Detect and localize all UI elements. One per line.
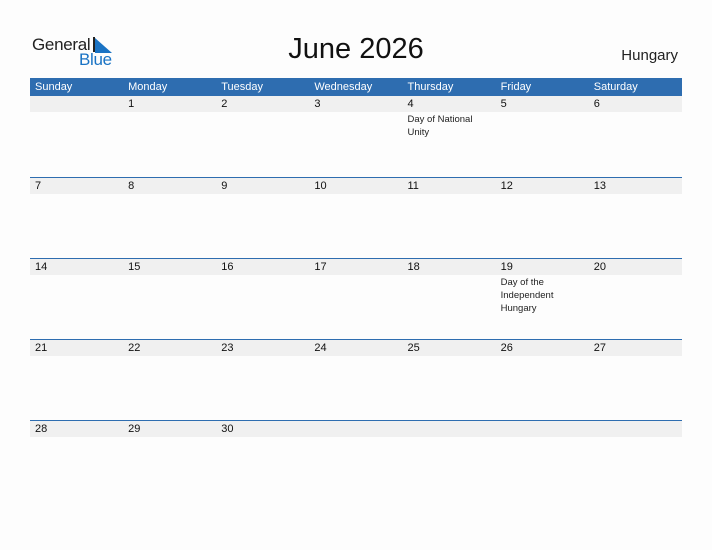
holiday-label: Day of the Independent Hungary bbox=[500, 277, 554, 314]
day-cell[interactable]: 5 bbox=[496, 96, 589, 139]
week-row: 14 15 16 17 18 19 Day of the Independent Hunga… bbox=[30, 258, 682, 339]
day-number: 19 bbox=[500, 261, 513, 273]
day-cell[interactable]: 27 bbox=[589, 340, 682, 356]
day-number bbox=[314, 421, 402, 437]
day-number: 9 bbox=[221, 180, 228, 192]
day-cell[interactable]: 14 bbox=[30, 259, 123, 315]
day-number: 15 bbox=[128, 261, 141, 273]
day-number: 8 bbox=[128, 180, 135, 192]
day-number: 28 bbox=[35, 423, 48, 435]
day-number: 30 bbox=[221, 423, 234, 435]
week-row: 1 2 3 4 Day of National Unity 5 6 bbox=[30, 96, 682, 177]
day-number: 12 bbox=[500, 180, 513, 192]
day-number: 29 bbox=[128, 423, 141, 435]
day-number: 1 bbox=[128, 98, 135, 110]
day-cell[interactable]: 22 bbox=[123, 340, 216, 356]
day-number bbox=[501, 421, 589, 437]
day-cell[interactable] bbox=[309, 421, 402, 437]
day-number: 3 bbox=[314, 98, 321, 110]
day-number: 21 bbox=[35, 342, 48, 354]
day-number: 10 bbox=[314, 180, 327, 192]
day-number: 2 bbox=[221, 98, 228, 110]
day-cell[interactable]: 15 bbox=[123, 259, 216, 315]
day-number: 11 bbox=[407, 180, 419, 192]
day-cell[interactable]: 9 bbox=[216, 178, 309, 194]
weekday-saturday: Saturday bbox=[593, 81, 638, 93]
day-number: 7 bbox=[35, 180, 42, 192]
day-number: 4 bbox=[407, 98, 414, 110]
weekday-header: Sunday Monday Tuesday Wednesday Thursday… bbox=[30, 78, 682, 96]
day-cell[interactable]: 20 bbox=[589, 259, 682, 315]
day-number bbox=[408, 421, 496, 437]
day-cell[interactable] bbox=[30, 96, 123, 139]
day-cell[interactable]: 29 bbox=[123, 421, 216, 437]
day-cell[interactable] bbox=[403, 421, 496, 437]
page-title: June 2026 bbox=[288, 33, 424, 65]
holiday-label: Day of National Unity bbox=[407, 114, 473, 138]
day-cell[interactable]: 1 bbox=[123, 96, 216, 139]
weekday-wednesday: Wednesday bbox=[314, 81, 373, 93]
day-cell[interactable]: 12 bbox=[496, 178, 589, 194]
day-number bbox=[35, 96, 123, 112]
week-row: 21 22 23 24 25 26 27 bbox=[30, 339, 682, 420]
day-cell[interactable]: 19 Day of the Independent Hungary bbox=[496, 259, 589, 315]
day-cell[interactable]: 26 bbox=[496, 340, 589, 356]
country-label: Hungary bbox=[621, 47, 678, 64]
day-number: 20 bbox=[593, 261, 606, 273]
day-number bbox=[594, 421, 682, 437]
day-cell[interactable]: 8 bbox=[123, 178, 216, 194]
day-number: 25 bbox=[407, 342, 420, 354]
day-cell[interactable] bbox=[496, 421, 589, 437]
day-cell[interactable]: 6 bbox=[589, 96, 682, 139]
day-number: 16 bbox=[221, 261, 234, 273]
day-number: 24 bbox=[314, 342, 327, 354]
day-number: 5 bbox=[500, 98, 507, 110]
day-cell[interactable]: 11 bbox=[403, 178, 496, 194]
day-cell[interactable]: 21 bbox=[30, 340, 123, 356]
day-cell[interactable]: 7 bbox=[30, 178, 123, 194]
day-cell[interactable]: 28 bbox=[30, 421, 123, 437]
day-cell[interactable]: 30 bbox=[216, 421, 309, 437]
day-cell[interactable]: 3 bbox=[309, 96, 402, 139]
day-number: 18 bbox=[407, 261, 420, 273]
weekday-sunday: Sunday bbox=[35, 81, 73, 93]
day-number: 22 bbox=[128, 342, 141, 354]
day-cell[interactable] bbox=[589, 421, 682, 437]
day-number: 17 bbox=[314, 261, 327, 273]
day-cell[interactable]: 25 bbox=[403, 340, 496, 356]
day-cell[interactable]: 10 bbox=[309, 178, 402, 194]
weekday-monday: Monday bbox=[128, 81, 168, 93]
day-number: 14 bbox=[35, 261, 48, 273]
day-number: 13 bbox=[593, 180, 606, 192]
day-cell[interactable]: 2 bbox=[216, 96, 309, 139]
week-row: 28 29 30 bbox=[30, 420, 682, 501]
day-number: 27 bbox=[593, 342, 606, 354]
day-cell[interactable]: 4 Day of National Unity bbox=[403, 96, 496, 139]
calendar-grid: Sunday Monday Tuesday Wednesday Thursday… bbox=[30, 78, 682, 501]
weekday-thursday: Thursday bbox=[407, 81, 454, 93]
day-cell[interactable]: 24 bbox=[309, 340, 402, 356]
weekday-friday: Friday bbox=[500, 81, 532, 93]
day-cell[interactable]: 17 bbox=[309, 259, 402, 315]
week-row: 7 8 9 10 11 12 13 bbox=[30, 177, 682, 258]
day-cell[interactable]: 16 bbox=[216, 259, 309, 315]
day-cell[interactable]: 13 bbox=[589, 178, 682, 194]
day-number: 6 bbox=[593, 98, 600, 110]
weekday-tuesday: Tuesday bbox=[221, 81, 264, 93]
weeks-container: 1 2 3 4 Day of National Unity 5 6 7 8 9 10 11 12 13 14… bbox=[30, 96, 682, 501]
day-cell[interactable]: 18 bbox=[403, 259, 496, 315]
day-number: 23 bbox=[221, 342, 234, 354]
day-number: 26 bbox=[500, 342, 513, 354]
day-cell[interactable]: 23 bbox=[216, 340, 309, 356]
